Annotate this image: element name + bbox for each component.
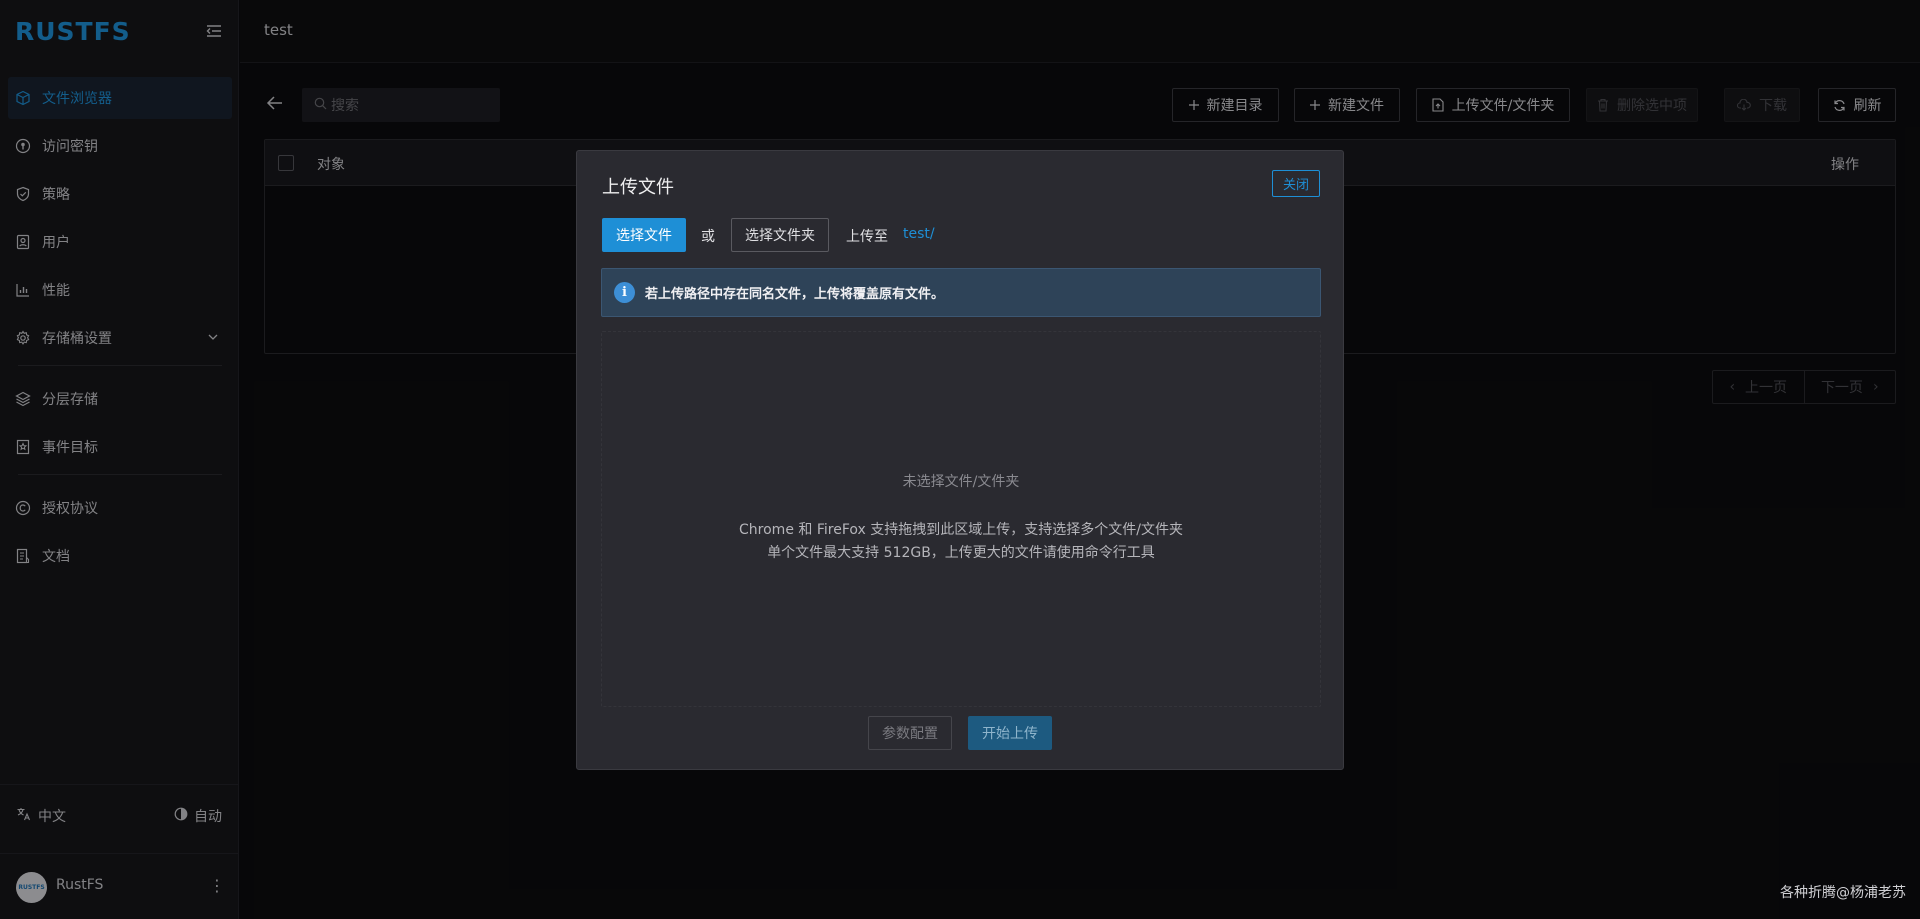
upload-dialog: 上传文件 关闭 选择文件 或 选择文件夹 上传至 test/ i 若上传路径中存… (576, 150, 1344, 770)
info-text: 若上传路径中存在同名文件，上传将覆盖原有文件。 (645, 287, 945, 302)
choose-folder-button[interactable]: 选择文件夹 (731, 218, 829, 252)
drop-zone[interactable]: 未选择文件/文件夹 Chrome 和 FireFox 支持拖拽到此区域上传，支持… (601, 331, 1321, 707)
info-icon: i (614, 282, 635, 303)
params-config-button[interactable]: 参数配置 (868, 716, 952, 750)
start-upload-button[interactable]: 开始上传 (968, 716, 1052, 750)
close-button[interactable]: 关闭 (1272, 170, 1320, 197)
size-limit-text: 单个文件最大支持 512GB，上传更大的文件请使用命令行工具 (767, 545, 1155, 561)
empty-selection-text: 未选择文件/文件夹 (902, 474, 1020, 490)
watermark-text: 各种折腾@杨浦老苏 (1780, 885, 1906, 901)
info-alert: i 若上传路径中存在同名文件，上传将覆盖原有文件。 (601, 268, 1321, 317)
upload-to-label: 上传至 (846, 229, 888, 245)
choose-file-button[interactable]: 选择文件 (602, 218, 686, 252)
upload-path-link[interactable]: test/ (903, 226, 935, 242)
or-label: 或 (701, 229, 715, 245)
dialog-title: 上传文件 (602, 177, 674, 198)
drop-hint-text: Chrome 和 FireFox 支持拖拽到此区域上传，支持选择多个文件/文件夹 (739, 522, 1183, 538)
